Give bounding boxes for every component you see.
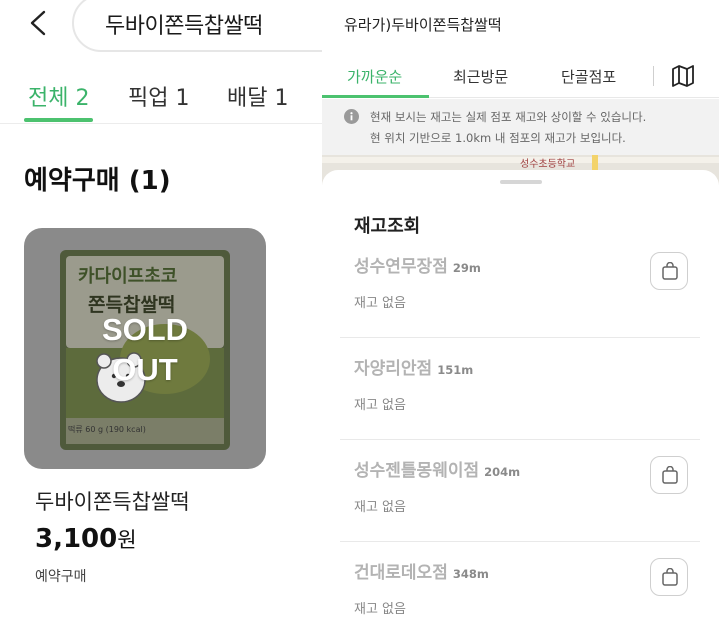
map-label: 성수초등학교 — [520, 159, 576, 170]
store-list-item[interactable]: 성수연무장점 29m 재고 없음 — [340, 236, 700, 338]
sheet-title: 재고조회 — [354, 216, 421, 237]
tab-delivery[interactable]: 배달 1 — [227, 80, 288, 112]
active-tab-indicator — [322, 95, 429, 98]
stock-lookup-pane: 유라가)두바이쫀득찹쌀떡 가까운순 최근방문 단골점포 현재 보시는 재고는 실… — [322, 0, 719, 626]
store-name: 성수젠틀몽웨이점 — [354, 461, 480, 481]
tab-nearest[interactable]: 가까운순 — [347, 66, 402, 87]
store-distance: 348m — [452, 567, 489, 581]
drag-handle[interactable] — [500, 180, 542, 184]
product-title: 유라가)두바이쫀득찹쌀떡 — [344, 16, 502, 34]
package-weight: 떡류 60 g (190 kcal) — [68, 425, 146, 434]
map-icon[interactable] — [671, 65, 695, 87]
store-name: 건대로데오점 — [354, 563, 448, 583]
store-sort-tabs: 가까운순 최근방문 단골점포 — [322, 52, 719, 98]
stock-status: 재고 없음 — [354, 602, 406, 617]
stock-status: 재고 없음 — [354, 398, 406, 413]
store-name: 성수연무장점 — [354, 257, 448, 277]
shopping-bag-button[interactable] — [650, 252, 688, 290]
purchase-type-label: 예약구매 — [35, 569, 87, 585]
shopping-bag-icon — [662, 466, 678, 484]
tab-favorite[interactable]: 단골점포 — [561, 66, 616, 87]
divider — [653, 66, 654, 86]
sold-out-badge: SOLD OUT — [101, 312, 189, 387]
package-text: 카다이프초코 — [78, 266, 178, 287]
product-price: 3,100원 — [35, 524, 137, 554]
stock-status: 재고 없음 — [354, 296, 406, 311]
search-results-pane: 두바이쫀득찹쌀떡 전체 2 픽업 1 배달 1 예약구매 (1) 카다이프초코 … — [0, 0, 322, 626]
section-title: 예약구매 (1) — [24, 166, 171, 196]
info-icon — [344, 109, 359, 124]
active-tab-indicator — [24, 118, 93, 122]
store-list-item[interactable]: 자양리안점 151m 재고 없음 — [340, 338, 700, 440]
notice-line: 현 위치 기반으로 1.0km 내 점포의 재고가 보입니다. — [370, 131, 626, 145]
shopping-bag-button[interactable] — [650, 558, 688, 596]
search-query[interactable]: 두바이쫀득찹쌀떡 — [105, 8, 263, 40]
product-name[interactable]: 두바이쫀득찹쌀떡 — [35, 486, 190, 516]
product-card[interactable]: 카다이프초코 쫀득찹쌀떡 떡류 60 g (190 kcal) SOLD OUT — [24, 228, 266, 469]
store-list-item[interactable]: 성수젠틀몽웨이점 204m 재고 없음 — [340, 440, 700, 542]
shopping-bag-icon — [662, 568, 678, 586]
tab-pickup[interactable]: 픽업 1 — [128, 80, 189, 112]
stock-bottom-sheet: 재고조회 성수연무장점 29m 재고 없음 자양리안점 151m 재고 없음 성수젠… — [322, 170, 719, 626]
back-button[interactable] — [26, 8, 52, 38]
notice-line: 현재 보시는 재고는 실제 점포 재고와 상이할 수 있습니다. — [370, 110, 647, 124]
tab-all[interactable]: 전체 2 — [28, 80, 89, 112]
store-distance: 29m — [452, 261, 481, 275]
stock-status: 재고 없음 — [354, 500, 406, 515]
store-list-item[interactable]: 건대로데오점 348m 재고 없음 — [340, 542, 700, 626]
store-distance: 204m — [484, 465, 521, 479]
stock-notice: 현재 보시는 재고는 실제 점포 재고와 상이할 수 있습니다. 현 위치 기반… — [322, 99, 719, 155]
filter-tabs: 전체 2 픽업 1 배달 1 — [0, 72, 322, 124]
store-distance: 151m — [437, 363, 474, 377]
store-name: 자양리안점 — [354, 359, 433, 379]
shopping-bag-icon — [662, 262, 678, 280]
tab-recent[interactable]: 최근방문 — [453, 66, 508, 87]
chevron-left-icon — [30, 10, 46, 36]
shopping-bag-button[interactable] — [650, 456, 688, 494]
